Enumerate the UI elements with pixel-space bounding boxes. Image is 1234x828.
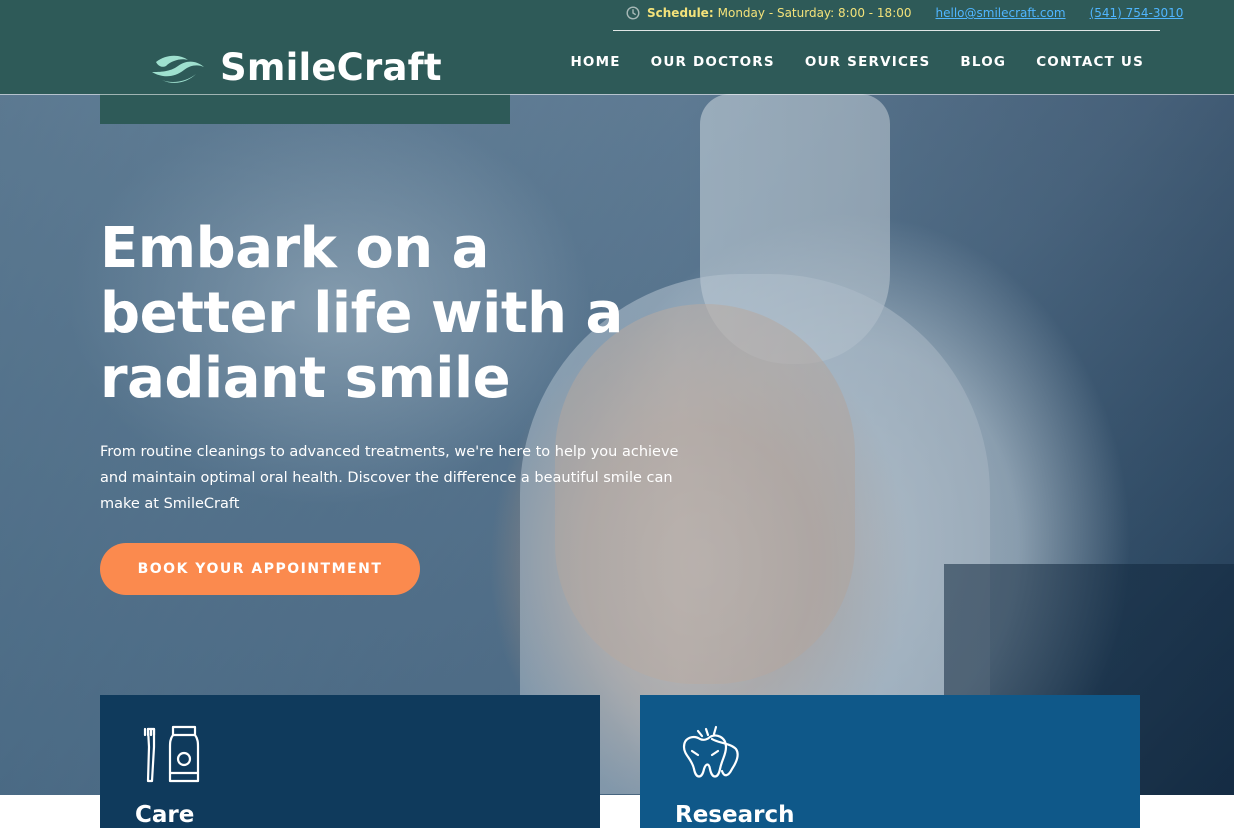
email-link[interactable]: hello@smilecraft.com	[936, 6, 1066, 20]
nav-our-services[interactable]: OUR SERVICES	[805, 54, 931, 70]
book-appointment-button[interactable]: BOOK YOUR APPOINTMENT	[100, 543, 420, 595]
smile-wave-icon	[152, 55, 204, 83]
phone-link[interactable]: (541) 754-3010	[1090, 6, 1184, 20]
clock-icon	[626, 6, 640, 20]
tooth-research-icon	[682, 725, 739, 778]
card-care-title: Care	[135, 802, 195, 828]
logo-tab	[100, 94, 510, 124]
nav-blog[interactable]: BLOG	[960, 54, 1006, 70]
hero-title-line-1: Embark on a	[100, 216, 489, 281]
schedule-hours: Monday - Saturday: 8:00 - 18:00	[717, 6, 912, 20]
schedule-bar: Schedule: Monday - Saturday: 8:00 - 18:0…	[626, 4, 1183, 22]
brand-name: SmileCraft	[220, 45, 442, 89]
header-divider	[0, 94, 1234, 95]
card-research-title: Research	[675, 802, 795, 828]
hero-section: Embark on a better life with a radiant s…	[0, 94, 1234, 795]
card-care[interactable]: Care	[100, 695, 600, 828]
hero-description: From routine cleanings to advanced treat…	[100, 444, 679, 512]
hero-title: Embark on a better life with a radiant s…	[100, 216, 700, 411]
card-research[interactable]: Research	[640, 695, 1140, 828]
schedule-label: Schedule:	[647, 6, 714, 20]
nav-home[interactable]: HOME	[570, 54, 620, 70]
hero-title-line-2: better life with a	[100, 281, 623, 346]
brand-logo[interactable]: SmileCraft	[148, 44, 442, 90]
toothbrush-toothpaste-icon	[143, 725, 200, 783]
topbar-divider	[613, 30, 1160, 31]
nav-contact-us[interactable]: CONTACT US	[1036, 54, 1144, 70]
main-nav: HOME OUR DOCTORS OUR SERVICES BLOG CONTA…	[570, 54, 1144, 70]
nav-our-doctors[interactable]: OUR DOCTORS	[651, 54, 775, 70]
hero-title-line-3: radiant smile	[100, 346, 511, 411]
